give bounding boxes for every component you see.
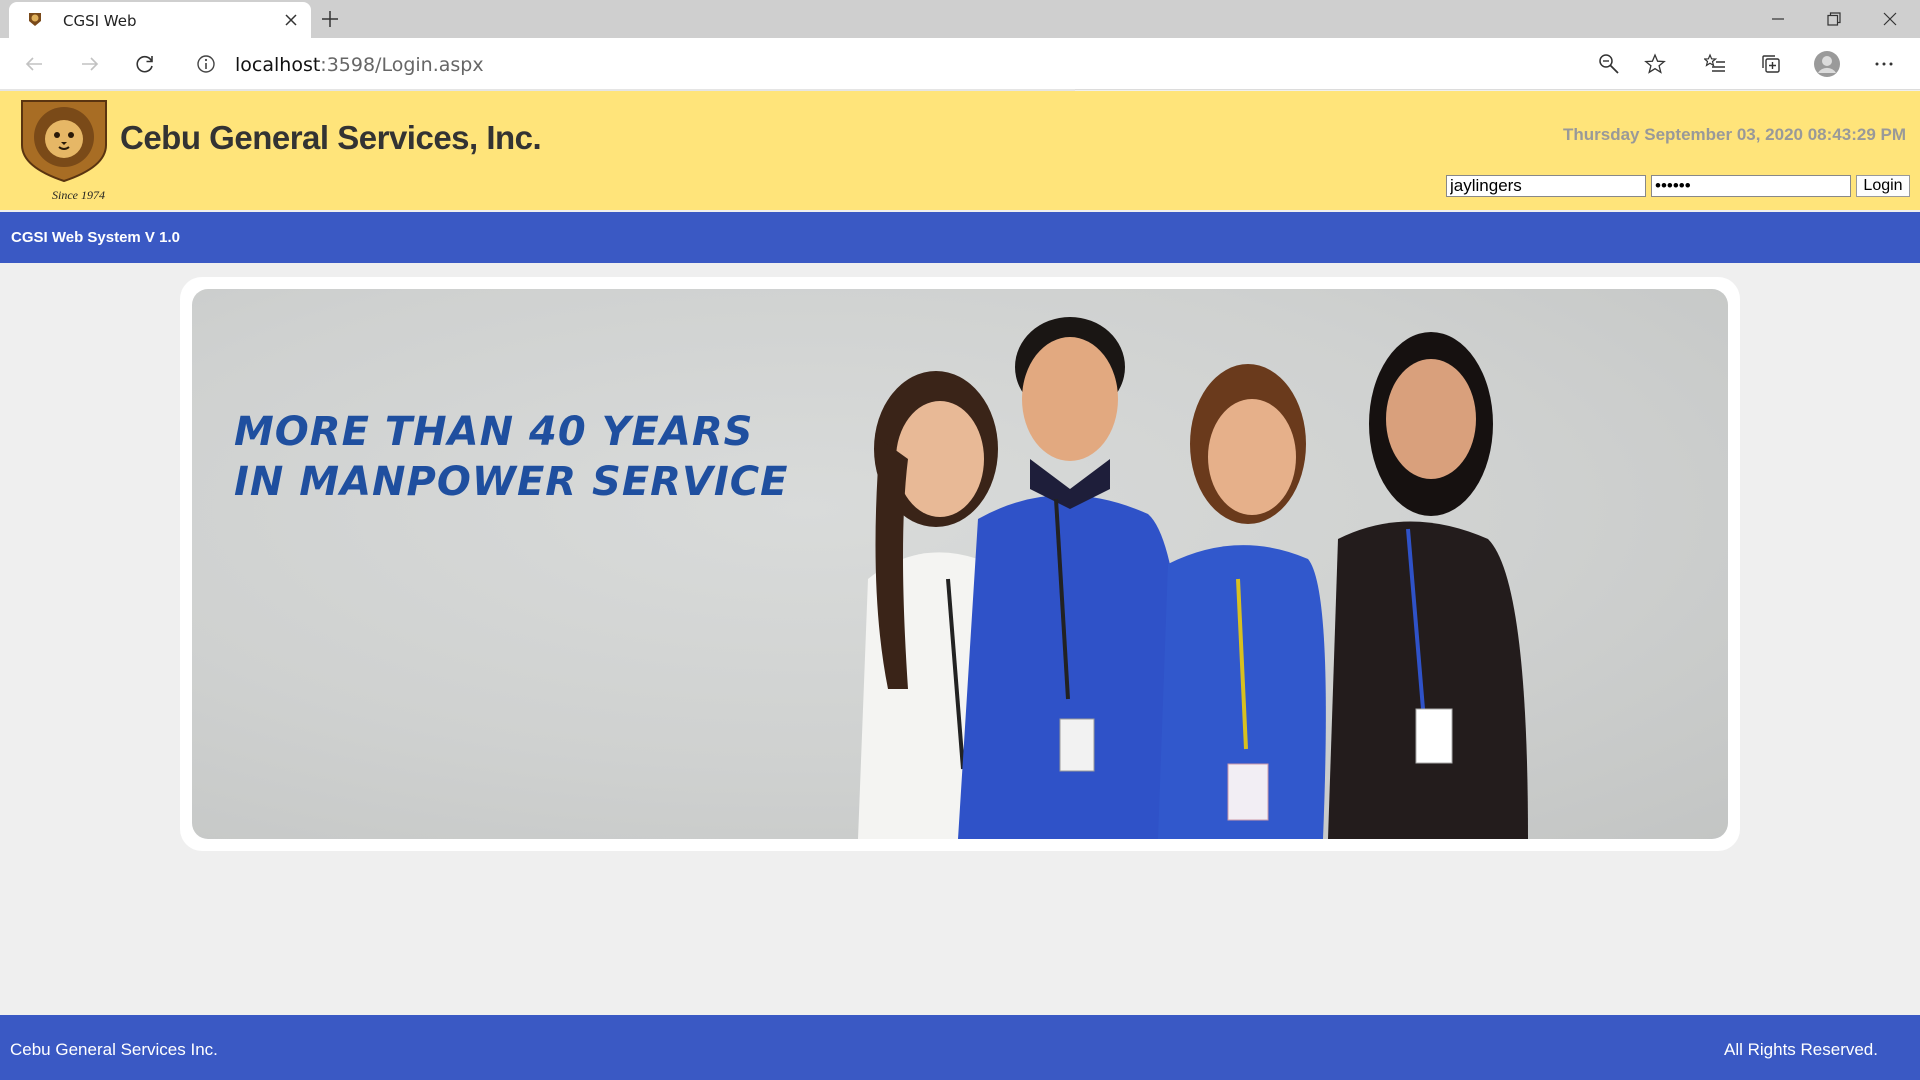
company-name: Cebu General Services, Inc.	[120, 119, 542, 156]
banner-frame: More than 40 years in manpower service	[180, 277, 1740, 851]
username-input[interactable]	[1446, 175, 1646, 197]
close-window-icon[interactable]	[1862, 0, 1918, 38]
banner-line-1: More than 40 years	[234, 409, 754, 455]
banner-line-2: in manpower service	[234, 459, 789, 505]
site-info-icon[interactable]	[196, 54, 216, 74]
tab-close-icon[interactable]	[277, 6, 305, 34]
person-black-shirt	[1328, 332, 1528, 839]
login-button[interactable]: Login	[1856, 175, 1910, 197]
forward-arrow-icon[interactable]	[72, 46, 108, 82]
new-tab-icon[interactable]	[314, 2, 346, 36]
footer-rights: All Rights Reserved.	[1723, 1040, 1878, 1059]
browser-tabstrip: CGSI Web	[0, 0, 1920, 38]
more-options-icon[interactable]	[1866, 46, 1902, 82]
refresh-icon[interactable]	[127, 46, 163, 82]
person-blue-blouse	[1158, 364, 1326, 839]
company-logo: Since 1974	[16, 95, 112, 203]
favorite-star-icon[interactable]	[1637, 46, 1673, 82]
lion-favicon-icon	[29, 13, 41, 26]
browser-tab[interactable]: CGSI Web	[9, 2, 311, 38]
back-arrow-icon[interactable]	[16, 46, 52, 82]
lion-crest-icon	[21, 100, 107, 183]
web-page: Since 1974 Cebu General Services, Inc. T…	[0, 91, 1920, 1080]
profile-avatar-icon[interactable]	[1809, 46, 1845, 82]
site-footer: Cebu General Services Inc. All Rights Re…	[0, 1015, 1920, 1080]
url-host: localhost	[235, 54, 321, 76]
favorites-list-icon[interactable]	[1697, 46, 1733, 82]
minimize-icon[interactable]	[1750, 0, 1806, 38]
zoom-search-icon[interactable]	[1591, 46, 1627, 82]
restore-icon[interactable]	[1806, 0, 1862, 38]
login-form: Login	[1446, 175, 1910, 197]
password-input[interactable]	[1651, 175, 1851, 197]
site-header: Since 1974 Cebu General Services, Inc. T…	[0, 91, 1920, 210]
banner-headline: More than 40 years in manpower service	[234, 407, 788, 507]
system-title: CGSI Web System V 1.0	[11, 229, 180, 246]
hero-banner: More than 40 years in manpower service	[192, 289, 1728, 839]
tab-title: CGSI Web	[63, 12, 137, 30]
person-blue-shirt-man	[958, 317, 1188, 839]
current-datetime: Thursday September 03, 2020 08:43:29 PM	[1563, 125, 1906, 144]
url-text: localhost:3598/Login.aspx	[235, 54, 484, 76]
browser-toolbar: localhost:3598/Login.aspx	[0, 38, 1920, 90]
nav-bar: CGSI Web System V 1.0	[0, 212, 1920, 263]
staff-group-photo	[858, 317, 1528, 839]
url-path: :3598/Login.aspx	[320, 54, 484, 76]
logo-since-text: Since 1974	[52, 188, 105, 202]
address-bar[interactable]: localhost:3598/Login.aspx	[180, 45, 1680, 83]
footer-company: Cebu General Services Inc.	[10, 1040, 218, 1059]
collections-icon[interactable]	[1753, 46, 1789, 82]
